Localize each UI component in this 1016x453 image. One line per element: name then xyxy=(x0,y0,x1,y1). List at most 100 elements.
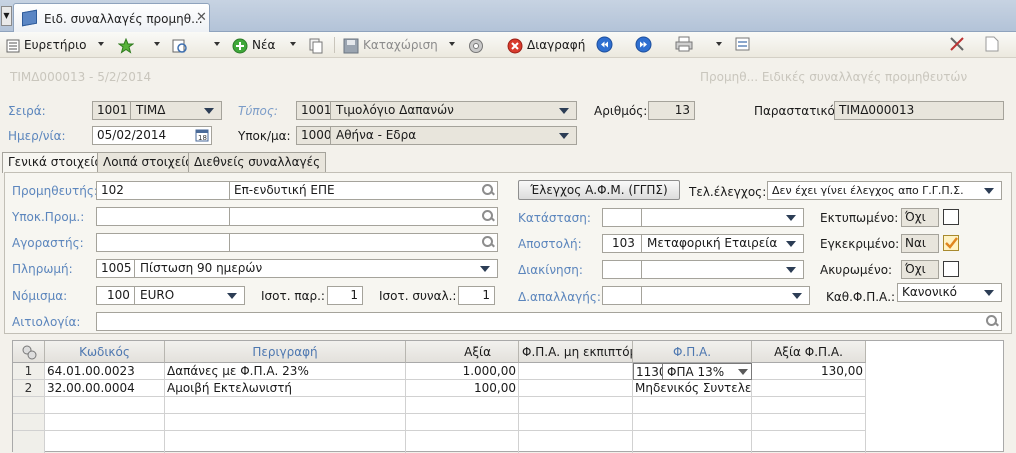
cell-code[interactable]: 32.00.00.0004 xyxy=(45,380,165,397)
cell-value[interactable]: 1.000,00 xyxy=(406,363,519,380)
supplier-field[interactable]: 102 Επ-ενδυτική ΕΠΕ xyxy=(96,181,498,200)
document-tab[interactable]: Ειδ. συναλλαγές προμηθ... ✕ xyxy=(13,3,210,32)
tab-general[interactable]: Γενικά στοιχεία xyxy=(2,152,109,173)
copy-button[interactable] xyxy=(308,36,328,54)
payment-code: 1005 xyxy=(101,261,132,275)
cell-description[interactable]: Δαπάνες με Φ.Π.Α. 23% xyxy=(165,363,406,380)
index-label: Ευρετήριο xyxy=(24,38,87,52)
save-icon xyxy=(343,38,359,53)
save-button[interactable]: Καταχώριση xyxy=(343,36,438,54)
index-dropdown-arrow[interactable] xyxy=(98,42,104,46)
cell-code[interactable]: 64.01.00.0023 xyxy=(45,363,165,380)
row-number: 2 xyxy=(13,380,45,397)
branch-label: Υποκ/μα: xyxy=(238,129,291,143)
branch-name: Αθήνα - Εδρα xyxy=(336,128,417,142)
cell-nondeductible-vat[interactable] xyxy=(519,380,633,397)
record-code-title: ΤΙΜΔ000013 - 5/2/2014 xyxy=(10,70,152,84)
handling-label: Διακίνηση: xyxy=(518,263,583,277)
preview-button[interactable] xyxy=(172,36,192,54)
chevron-down-icon[interactable] xyxy=(738,369,748,375)
payment-label: Πληρωμή: xyxy=(12,262,73,276)
buyer-field[interactable] xyxy=(96,233,498,252)
previous-arrow-icon xyxy=(596,36,613,53)
cell-description[interactable]: Αμοιβή Εκτελωνιστή xyxy=(165,380,406,397)
cell-vat[interactable]: Μηδενικός Συντελεστ xyxy=(633,380,752,397)
vat-regime-select[interactable]: Κανονικό xyxy=(897,283,1002,302)
rate2-label: Ισοτ. συναλ.: xyxy=(379,289,457,303)
save-dropdown-arrow[interactable] xyxy=(449,42,455,46)
status-select[interactable] xyxy=(602,208,804,227)
preview-dropdown-arrow[interactable] xyxy=(214,42,220,46)
document-tab-title: Ειδ. συναλλαγές προμηθ... xyxy=(44,12,203,26)
header-vat[interactable]: Φ.Π.Α. xyxy=(633,341,752,363)
print-dropdown-arrow[interactable] xyxy=(716,42,722,46)
previous-record-button[interactable] xyxy=(596,36,613,54)
afm-check-button[interactable]: Έλεγχος Α.Φ.Μ. (ΓΓΠΣ) xyxy=(518,180,680,200)
header-value[interactable]: Αξία xyxy=(406,341,519,363)
cell-vat-combo[interactable]: 1130 ΦΠΑ 13% xyxy=(633,363,752,380)
sub-supplier-field[interactable] xyxy=(96,207,498,226)
favorites-dropdown-arrow[interactable] xyxy=(154,42,160,46)
tools-button[interactable] xyxy=(948,36,966,54)
date-field[interactable]: 05/02/2014 18 xyxy=(92,126,212,145)
search-icon[interactable] xyxy=(482,184,494,196)
delete-button[interactable]: Διαγραφή xyxy=(507,36,585,54)
export-button[interactable] xyxy=(734,36,752,54)
printed-checkbox[interactable] xyxy=(943,209,959,225)
tab-international[interactable]: Διεθνείς συναλλαγές xyxy=(188,152,327,172)
favorites-button[interactable] xyxy=(118,36,138,54)
handling-select[interactable] xyxy=(602,260,804,279)
new-dropdown-arrow[interactable] xyxy=(290,42,296,46)
print-button[interactable] xyxy=(675,36,693,54)
currency-select[interactable]: 100 EURO xyxy=(96,286,245,305)
number-label: Αριθμός: xyxy=(594,104,648,118)
close-tab-icon[interactable]: ✕ xyxy=(196,10,207,25)
approved-checkbox[interactable] xyxy=(943,235,959,251)
rate2-field[interactable]: 1 xyxy=(458,286,495,305)
series-select[interactable]: 1001 ΤΙΜΔ xyxy=(92,101,222,120)
record-header: ΤΙΜΔ000013 - 5/2/2014 Προμηθ... Ειδικές … xyxy=(0,58,1016,94)
number-field[interactable]: 13 xyxy=(648,101,695,120)
printed-label: Εκτυπωμένο: xyxy=(820,211,899,225)
search-icon[interactable] xyxy=(482,236,494,248)
row-number: 1 xyxy=(13,363,45,380)
vat-name: ΦΠΑ 13% xyxy=(667,365,725,379)
tab-other[interactable]: Λοιπά στοιχεία xyxy=(97,152,200,172)
document-number-field[interactable]: ΤΙΜΔ000013 xyxy=(834,101,1004,120)
search-icon[interactable] xyxy=(986,315,998,327)
shipping-select[interactable]: 103 Μεταφορική Εταιρεία xyxy=(602,234,804,253)
header-code[interactable]: Κωδικός xyxy=(45,341,165,363)
cell-nondeductible-vat[interactable] xyxy=(519,363,633,380)
status-label: Κατάσταση: xyxy=(518,211,591,225)
vat-regime-label: Καθ.Φ.Π.Α.: xyxy=(826,290,896,304)
date-label: Ημερ/νία: xyxy=(8,129,66,143)
final-check-select[interactable]: Δεν έχει γίνει έλεγχος απο Γ.Γ.Π.Σ. xyxy=(767,181,1002,200)
next-record-button[interactable] xyxy=(635,36,652,54)
header-nondeductible-vat[interactable]: Φ.Π.Α. μη εκπιπτόμ xyxy=(519,341,633,363)
cell-vat-amount[interactable] xyxy=(752,380,866,397)
header-description[interactable]: Περιγραφή xyxy=(165,341,406,363)
document-properties-button[interactable] xyxy=(985,36,999,54)
rate1-field[interactable]: 1 xyxy=(327,286,363,305)
payment-select[interactable]: 1005 Πίστωση 90 ημερών xyxy=(96,259,498,278)
shipping-code: 103 xyxy=(612,236,635,250)
branch-select[interactable]: 1000 Αθήνα - Εδρα xyxy=(296,126,577,145)
grid-settings-header[interactable] xyxy=(13,341,45,363)
next-arrow-icon xyxy=(635,36,652,53)
search-icon[interactable] xyxy=(482,210,494,222)
document-icon xyxy=(985,36,999,52)
settings-button[interactable] xyxy=(468,36,488,54)
header-vat-amount[interactable]: Αξία Φ.Π.Α. xyxy=(752,341,866,363)
new-button[interactable]: Νέα xyxy=(232,36,275,54)
exemption-select[interactable] xyxy=(602,286,810,305)
cancelled-checkbox[interactable] xyxy=(943,261,959,277)
series-name: ΤΙΜΔ xyxy=(136,103,166,117)
index-button[interactable]: Ευρετήριο xyxy=(6,36,86,54)
tab-list-dropdown[interactable]: ▼ xyxy=(1,6,12,26)
gear-icon xyxy=(22,345,36,360)
reason-field[interactable] xyxy=(96,312,1002,331)
delete-icon xyxy=(507,38,523,53)
cell-vat-amount[interactable]: 130,00 xyxy=(752,363,866,380)
type-select[interactable]: 1001 Τιμολόγιο Δαπανών xyxy=(296,101,577,120)
cell-value[interactable]: 100,00 xyxy=(406,380,519,397)
